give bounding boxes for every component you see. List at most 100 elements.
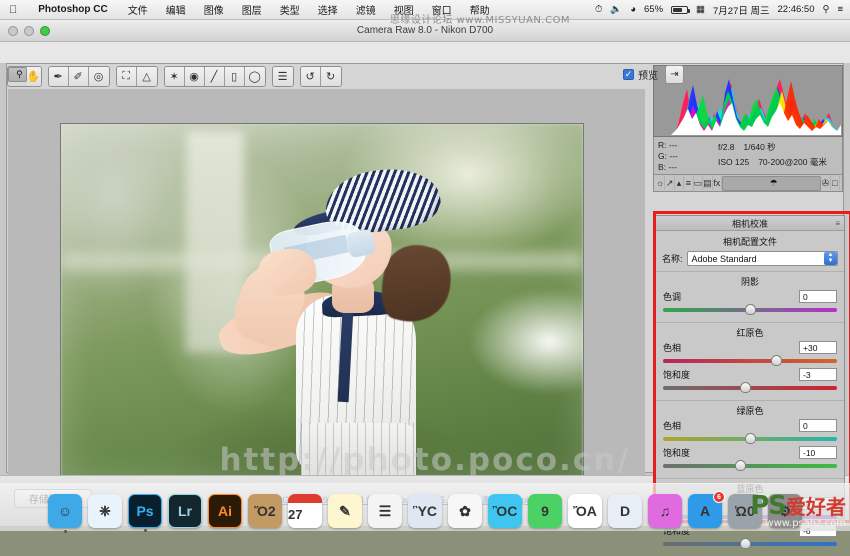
straighten-tool[interactable]: △ <box>137 67 157 86</box>
slider-thumb[interactable] <box>745 304 756 315</box>
apple-icon[interactable]:  <box>0 4 27 16</box>
menu-item-window[interactable]: 窗口 <box>423 2 461 17</box>
white-balance-tool[interactable]: ✒ <box>49 67 69 86</box>
slider-thumb[interactable] <box>735 460 746 471</box>
panel-menu-icon[interactable]: ≡ <box>835 219 840 228</box>
volume-icon[interactable]: 🔈 <box>610 4 622 15</box>
window-title: Camera Raw 8.0 - Nikon D700 <box>0 25 850 36</box>
active-app-name[interactable]: Photoshop CC <box>27 4 118 15</box>
slider-thumb[interactable] <box>771 355 782 366</box>
chevron-updown-icon[interactable]: ▲ ▼ <box>824 252 837 265</box>
presets-tab[interactable]: ✇ <box>821 176 830 190</box>
clock-icon[interactable]: ⏱ <box>595 4 602 15</box>
dock-lightroom[interactable]: Lr <box>168 494 202 528</box>
dock-facetime[interactable]: ὏9 <box>528 494 562 528</box>
tone-curve-tab[interactable]: ↗ <box>665 176 674 190</box>
slider-track[interactable] <box>663 538 837 549</box>
profile-select[interactable]: Adobe Standard <box>687 251 838 266</box>
dock-finder[interactable]: ☺ <box>48 494 82 528</box>
menu-item-help[interactable]: 帮助 <box>461 2 499 17</box>
detail-tab[interactable]: ▴ <box>675 176 684 190</box>
raw-image-preview[interactable] <box>60 123 584 481</box>
slider-track[interactable] <box>663 460 837 471</box>
dock-preview[interactable]: ὛC <box>408 494 442 528</box>
preferences-tool[interactable]: ☰ <box>273 67 293 86</box>
slider-row: 色相0 <box>663 419 837 444</box>
search-icon[interactable]: ⚲ <box>822 4 829 15</box>
menu-item-file[interactable]: 文件 <box>119 2 157 17</box>
split-toning-tab[interactable]: ▭ <box>694 176 704 190</box>
dock-numbers[interactable]: ὌA <box>568 494 602 528</box>
menu-item-select[interactable]: 选择 <box>309 2 347 17</box>
hsl-grayscale-tab[interactable]: ≡ <box>684 176 693 190</box>
slider-track[interactable] <box>663 355 837 366</box>
slider-track[interactable] <box>663 433 837 444</box>
watermark-dock-cn: 爱好者 <box>786 495 846 519</box>
battery-icon[interactable] <box>671 6 688 14</box>
dock-keynote[interactable]: ὏D <box>608 494 642 528</box>
menu-item-layer[interactable]: 图层 <box>233 2 271 17</box>
dock-photos[interactable]: ✿ <box>448 494 482 528</box>
input-source-icon[interactable]: ▦ <box>696 4 705 15</box>
preview-toggle[interactable]: ✓ 预览 <box>623 67 658 82</box>
histogram-readout: R: --- G: --- B: --- f/2.8 1/640 秒 ISO 1… <box>653 137 843 175</box>
menu-date[interactable]: 7月27日 周三 <box>713 3 770 17</box>
menu-item-filter[interactable]: 滤镜 <box>347 2 385 17</box>
rotate-ccw-tool[interactable]: ↺ <box>301 67 321 86</box>
zoom-tool[interactable]: ⚲ <box>8 67 27 82</box>
lens-corrections-tab[interactable]: ▤ <box>703 176 713 190</box>
slider-row: 饱和度 -3 <box>663 368 837 393</box>
menu-item-image[interactable]: 图像 <box>195 2 233 17</box>
dock-illustrator[interactable]: Ai <box>208 494 242 528</box>
slider-track[interactable] <box>663 382 837 393</box>
effects-tab[interactable]: fx <box>713 176 722 190</box>
battery-percent[interactable]: 65% <box>644 4 663 15</box>
dock-contacts[interactable]: Ὅ2 <box>248 494 282 528</box>
image-canvas-area[interactable] <box>8 89 645 489</box>
dock-appstore[interactable]: A6 <box>688 494 722 528</box>
dock-photoshop[interactable]: Ps <box>128 494 162 528</box>
profile-select-wrap[interactable]: Adobe Standard ▲ ▼ <box>687 251 838 266</box>
menu-bar-status-area: ⏱ 🔈 ◕ 65% ▦ 7月27日 周三 22:46:50 ⚲ ≡ <box>595 3 850 17</box>
dock-preview-label: ὛC <box>413 503 437 519</box>
dock-reminders[interactable]: ☰ <box>368 494 402 528</box>
snapshots-tab[interactable]: □ <box>831 176 840 190</box>
dock-notes[interactable]: ✎ <box>328 494 362 528</box>
menu-item-view[interactable]: 视图 <box>385 2 423 17</box>
dock-safari[interactable]: ❈ <box>88 494 122 528</box>
slider-value[interactable]: -10 <box>799 446 837 459</box>
preview-checkbox[interactable]: ✓ <box>623 69 634 80</box>
slider-value[interactable]: 0 <box>799 419 837 432</box>
slider-thumb[interactable] <box>740 538 751 549</box>
camera-calibration-tab[interactable]: ☂ <box>722 176 821 191</box>
graduated-filter-tool[interactable]: ▯ <box>225 67 245 86</box>
adjustment-brush-tool[interactable]: ╱ <box>205 67 225 86</box>
watermark-dock-logo: PS <box>750 491 786 521</box>
menu-item-edit[interactable]: 编辑 <box>157 2 195 17</box>
dock-messages[interactable]: ὊC <box>488 494 522 528</box>
slider-value[interactable]: 0 <box>799 290 837 303</box>
dock-calendar[interactable]: 27 <box>288 494 322 528</box>
slider-thumb[interactable] <box>740 382 751 393</box>
radial-filter-tool[interactable]: ◯ <box>245 67 265 86</box>
spot-removal-tool[interactable]: ✶ <box>165 67 185 86</box>
profile-row: 名称: Adobe Standard ▲ ▼ <box>656 251 844 271</box>
basic-tab[interactable]: ☼ <box>656 176 665 190</box>
slider-thumb[interactable] <box>745 433 756 444</box>
hand-tool[interactable]: ✋ <box>27 67 41 86</box>
slider-value[interactable]: +30 <box>799 341 837 354</box>
notification-center-icon[interactable]: ≡ <box>837 4 843 15</box>
slider-track[interactable] <box>663 304 837 315</box>
crop-tool[interactable]: ⛶ <box>117 67 137 86</box>
fullscreen-toggle-icon[interactable]: ⇥ <box>665 65 684 84</box>
targeted-adjustment-tool[interactable]: ◎ <box>89 67 109 86</box>
menu-item-type[interactable]: 类型 <box>271 2 309 17</box>
wifi-icon[interactable]: ◕ <box>630 4 636 15</box>
menu-time[interactable]: 22:46:50 <box>778 4 815 15</box>
menu-bar:  Photoshop CC 文件 编辑 图像 图层 类型 选择 滤镜 视图 窗… <box>0 0 850 20</box>
dock-itunes[interactable]: ♫ <box>648 494 682 528</box>
color-sampler-tool[interactable]: ✐ <box>69 67 89 86</box>
red-eye-removal-tool[interactable]: ◉ <box>185 67 205 86</box>
rotate-cw-tool[interactable]: ↻ <box>321 67 341 86</box>
slider-value[interactable]: -3 <box>799 368 837 381</box>
